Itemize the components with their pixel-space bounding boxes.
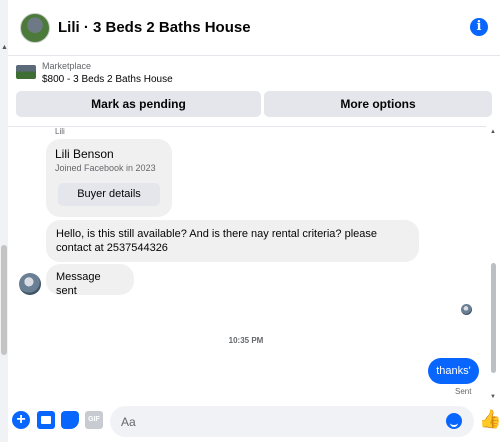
buyer-joined: Joined Facebook in 2023: [55, 163, 156, 173]
scroll-up-icon[interactable]: ▲: [490, 129, 496, 135]
buyer-details-button[interactable]: Buyer details: [58, 183, 160, 206]
incoming-message[interactable]: Hello, is this still available? And is t…: [46, 220, 419, 262]
chat-header: Lili · 3 Beds 2 Baths House i: [8, 0, 500, 56]
gif-icon[interactable]: GIF: [85, 411, 103, 429]
info-icon[interactable]: i: [470, 18, 488, 36]
outgoing-message[interactable]: thanks': [428, 358, 479, 384]
like-icon[interactable]: 👍: [479, 409, 500, 430]
composer-bar: + GIF 👍: [8, 402, 500, 442]
listing-avatar[interactable]: [20, 12, 50, 43]
scroll-up-arrow-icon[interactable]: ▲: [1, 44, 8, 51]
sender-label: Lili: [55, 127, 65, 136]
marketplace-label: Marketplace: [42, 61, 92, 71]
more-options-button[interactable]: More options: [264, 91, 492, 117]
emoji-icon[interactable]: [446, 413, 462, 429]
conversation-scroll-thumb[interactable]: [491, 263, 496, 373]
seen-avatar: [461, 304, 472, 315]
scroll-down-icon[interactable]: ▼: [490, 394, 496, 400]
photo-icon[interactable]: [37, 411, 55, 429]
chat-window: ▲ Lili · 3 Beds 2 Baths House i Marketpl…: [0, 0, 500, 442]
message-input[interactable]: [110, 406, 474, 437]
chat-title[interactable]: Lili · 3 Beds 2 Baths House: [58, 19, 251, 36]
sender-avatar[interactable]: [19, 273, 41, 295]
listing-price-title[interactable]: $800 - 3 Beds 2 Baths House: [42, 74, 173, 85]
plus-icon[interactable]: +: [12, 411, 30, 429]
listing-thumbnail[interactable]: [16, 65, 36, 79]
mark-as-pending-button[interactable]: Mark as pending: [16, 91, 261, 117]
incoming-message[interactable]: Message sent: [46, 264, 134, 297]
message-timestamp: 10:35 PM: [228, 336, 264, 345]
sticker-icon[interactable]: [61, 411, 79, 429]
sent-status: Sent: [455, 387, 472, 396]
marketplace-panel: Marketplace $800 - 3 Beds 2 Baths House …: [8, 56, 500, 126]
page-scrollbar[interactable]: ▲: [0, 0, 8, 442]
buyer-card: Lili Benson Joined Facebook in 2023 Buye…: [46, 139, 172, 217]
conversation-scrollbar[interactable]: ▲ ▼: [488, 126, 498, 402]
buyer-name: Lili Benson: [55, 147, 114, 161]
